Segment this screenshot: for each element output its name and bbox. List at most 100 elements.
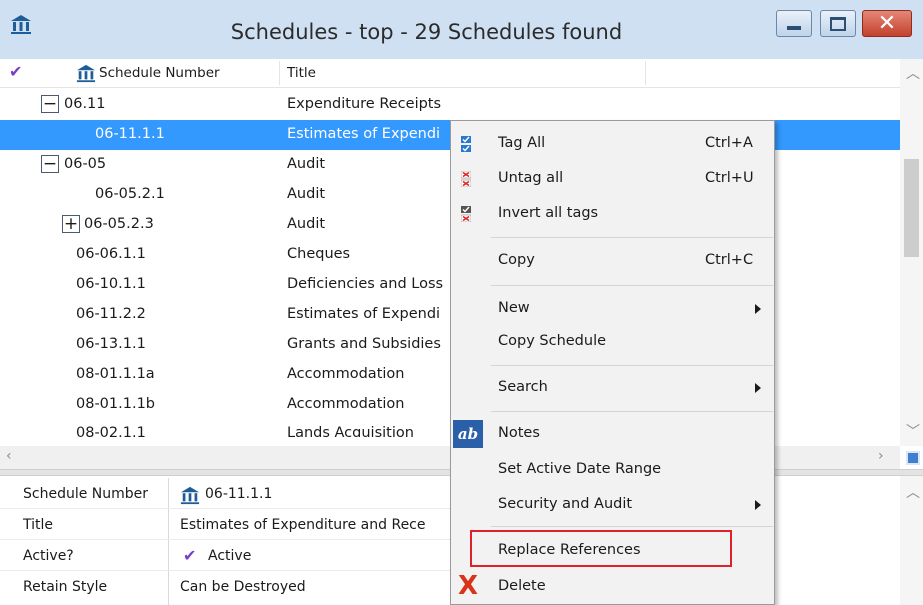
menu-item-security-and-audit[interactable]: Security and Audit bbox=[451, 489, 774, 521]
scroll-thumb[interactable] bbox=[904, 159, 919, 257]
title-bar[interactable]: Schedules - top - 29 Schedules found ✕ bbox=[0, 0, 923, 60]
menu-item-label: Security and Audit bbox=[498, 496, 633, 512]
schedule-number: 08-02.1.1 bbox=[76, 426, 146, 437]
schedule-title: Deficiencies and Loss bbox=[287, 276, 444, 292]
menu-item-search[interactable]: Search bbox=[451, 372, 774, 404]
menu-item-new[interactable]: New bbox=[451, 293, 774, 325]
notes-icon: ab bbox=[453, 420, 483, 448]
active-check-icon: ✔ bbox=[183, 546, 197, 565]
menu-item-notes[interactable]: ab Notes bbox=[451, 418, 774, 450]
menu-item-set-active-date-range[interactable]: Set Active Date Range bbox=[451, 454, 774, 486]
schedule-number: 06-05.2.1 bbox=[95, 186, 165, 202]
scroll-left-icon[interactable]: ‹ bbox=[6, 448, 12, 464]
table-row[interactable]: − 06.11 Expenditure Receipts bbox=[0, 90, 900, 120]
detail-label: Retain Style bbox=[23, 579, 108, 595]
schedules-window: Schedules - top - 29 Schedules found ✕ ✔… bbox=[0, 0, 923, 605]
menu-separator bbox=[491, 365, 773, 366]
schedule-title: Expenditure Receipts bbox=[287, 96, 442, 112]
detail-value-schedule-number: 06-11.1.1 bbox=[205, 486, 273, 502]
menu-separator bbox=[491, 526, 773, 527]
invert-tags-icon bbox=[461, 206, 471, 222]
untag-all-icon bbox=[461, 171, 471, 187]
maximize-icon bbox=[830, 16, 846, 31]
detail-row-divider bbox=[0, 508, 450, 509]
detail-label: Active? bbox=[23, 548, 74, 564]
schedule-number: 06-05.2.3 bbox=[84, 216, 154, 232]
menu-item-label: Tag All bbox=[498, 135, 546, 151]
scroll-up-icon[interactable]: ︿ bbox=[906, 482, 920, 502]
schedule-number: 06-11.2.2 bbox=[76, 306, 146, 322]
menu-item-label: Copy bbox=[498, 252, 535, 268]
schedule-number: 06-05 bbox=[64, 156, 107, 172]
scroll-down-icon[interactable]: ﹀ bbox=[906, 421, 920, 441]
menu-item-copy[interactable]: Copy Ctrl+C bbox=[451, 245, 774, 277]
schedule-title: Accommodation bbox=[287, 366, 405, 382]
menu-item-label: New bbox=[498, 300, 530, 316]
collapse-icon[interactable]: − bbox=[41, 95, 59, 113]
menu-shortcut: Ctrl+C bbox=[705, 252, 754, 268]
column-header-title[interactable]: Title bbox=[287, 65, 316, 81]
schedule-title: Audit bbox=[287, 156, 326, 172]
collapse-icon[interactable]: − bbox=[41, 155, 59, 173]
scroll-right-icon[interactable]: › bbox=[878, 448, 884, 464]
detail-label: Title bbox=[23, 517, 54, 533]
menu-item-tag-all[interactable]: Tag All Ctrl+A bbox=[451, 128, 774, 160]
tag-all-icon bbox=[461, 136, 471, 152]
menu-shortcut: Ctrl+A bbox=[705, 135, 753, 151]
minimize-icon bbox=[787, 25, 801, 30]
menu-item-invert-all-tags[interactable]: Invert all tags bbox=[451, 198, 774, 230]
detail-value-active: Active bbox=[208, 548, 252, 564]
grid-header: ✔ Schedule Number Title bbox=[0, 59, 900, 88]
detail-value-title: Estimates of Expenditure and Rece bbox=[180, 517, 426, 533]
detail-row-divider bbox=[0, 570, 450, 571]
schedule-title: Accommodation bbox=[287, 396, 405, 412]
schedule-title: Audit bbox=[287, 186, 326, 202]
menu-separator bbox=[491, 411, 773, 412]
schedule-number: 06-11.1.1 bbox=[95, 126, 165, 142]
detail-scrollbar[interactable]: ︿ bbox=[900, 476, 923, 605]
menu-item-label: Invert all tags bbox=[498, 205, 599, 221]
schedule-title: Estimates of Expendi bbox=[287, 306, 441, 322]
column-divider[interactable] bbox=[279, 61, 280, 85]
schedule-title: Audit bbox=[287, 216, 326, 232]
grid-corner-icon[interactable] bbox=[906, 451, 920, 465]
menu-separator bbox=[491, 285, 773, 286]
column-divider[interactable] bbox=[645, 61, 646, 85]
menu-item-label: Notes bbox=[498, 425, 540, 441]
schedule-number: 08-01.1.1b bbox=[76, 396, 156, 412]
menu-item-label: Copy Schedule bbox=[498, 333, 607, 349]
schedule-title: Cheques bbox=[287, 246, 351, 262]
submenu-arrow-icon bbox=[755, 383, 761, 393]
detail-value-retain-style: Can be Destroyed bbox=[180, 579, 306, 595]
close-icon: ✕ bbox=[877, 10, 897, 36]
expand-icon[interactable]: + bbox=[62, 215, 80, 233]
menu-item-untag-all[interactable]: Untag all Ctrl+U bbox=[451, 163, 774, 195]
tag-column-check-icon[interactable]: ✔ bbox=[9, 62, 22, 81]
schedule-number: 06-10.1.1 bbox=[76, 276, 146, 292]
close-button[interactable]: ✕ bbox=[862, 10, 912, 37]
submenu-arrow-icon bbox=[755, 304, 761, 314]
menu-item-label: Set Active Date Range bbox=[498, 461, 662, 477]
detail-divider bbox=[168, 478, 169, 605]
minimize-button[interactable] bbox=[776, 10, 812, 37]
menu-item-delete[interactable]: X Delete bbox=[451, 571, 774, 603]
vertical-scrollbar[interactable]: ︿ ﹀ bbox=[900, 59, 923, 446]
menu-item-label: Untag all bbox=[498, 170, 564, 186]
submenu-arrow-icon bbox=[755, 500, 761, 510]
context-menu: Tag All Ctrl+A Untag all Ctrl+U Invert a… bbox=[450, 120, 775, 605]
schedule-number: 06-13.1.1 bbox=[76, 336, 146, 352]
menu-item-replace-references[interactable]: Replace References bbox=[451, 535, 774, 567]
menu-item-copy-schedule[interactable]: Copy Schedule bbox=[451, 326, 774, 358]
schedule-number: 06-06.1.1 bbox=[76, 246, 146, 262]
schedule-title: Grants and Subsidies bbox=[287, 336, 441, 352]
menu-separator bbox=[491, 237, 773, 238]
column-header-schedule-number[interactable]: Schedule Number bbox=[99, 65, 220, 81]
menu-item-label: Search bbox=[498, 379, 548, 395]
delete-icon: X bbox=[458, 571, 479, 601]
maximize-button[interactable] bbox=[820, 10, 856, 37]
schedule-title: Estimates of Expendi bbox=[287, 126, 441, 142]
building-icon bbox=[76, 64, 96, 83]
scroll-up-icon[interactable]: ︿ bbox=[906, 63, 920, 83]
building-icon bbox=[180, 486, 200, 505]
detail-row-divider bbox=[0, 539, 450, 540]
